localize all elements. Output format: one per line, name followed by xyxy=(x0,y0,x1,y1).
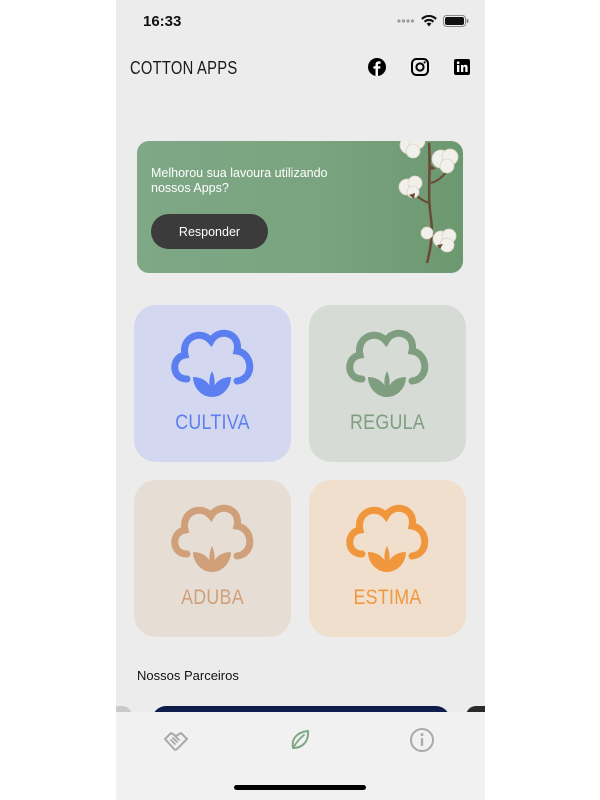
status-time: 16:33 xyxy=(143,13,182,30)
app-tile-aduba[interactable]: ADUBA xyxy=(134,480,291,637)
cotton-icon xyxy=(346,504,429,572)
signal-icon xyxy=(397,19,415,23)
handshake-icon[interactable] xyxy=(162,726,190,754)
app-tile-estima[interactable]: ESTIMA xyxy=(309,480,466,637)
linkedin-icon[interactable] xyxy=(452,57,472,77)
bottom-navigation xyxy=(116,712,485,800)
wifi-icon xyxy=(421,15,437,27)
tile-label: CULTIVA xyxy=(175,411,250,434)
cotton-icon xyxy=(346,329,429,397)
battery-icon xyxy=(443,15,469,27)
tile-label: ESTIMA xyxy=(353,586,422,609)
instagram-icon[interactable] xyxy=(410,57,430,77)
brand-title: COTTON APPS xyxy=(130,58,238,78)
feedback-banner: Melhorou sua lavoura utilizando nossos A… xyxy=(137,141,463,273)
facebook-icon[interactable] xyxy=(367,57,387,77)
tile-label: REGULA xyxy=(350,411,425,434)
cotton-icon xyxy=(171,504,254,572)
status-bar: 16:33 xyxy=(116,0,485,44)
app-tile-cultiva[interactable]: CULTIVA xyxy=(134,305,291,462)
home-indicator xyxy=(234,785,366,790)
info-icon[interactable] xyxy=(408,726,436,754)
cotton-branch-illustration xyxy=(398,141,459,264)
app-header: COTTON APPS xyxy=(116,52,485,84)
partners-heading: Nossos Parceiros xyxy=(137,668,239,683)
status-icons xyxy=(397,15,469,27)
phone-screen: 16:33 COTTON APPS Melhorou sua lavoura u… xyxy=(116,0,485,800)
app-tile-regula[interactable]: REGULA xyxy=(309,305,466,462)
respond-button[interactable]: Responder xyxy=(151,214,268,249)
leaf-icon[interactable] xyxy=(286,726,314,754)
cotton-icon xyxy=(171,329,254,397)
banner-message: Melhorou sua lavoura utilizando nossos A… xyxy=(151,166,328,195)
tile-label: ADUBA xyxy=(181,586,244,609)
